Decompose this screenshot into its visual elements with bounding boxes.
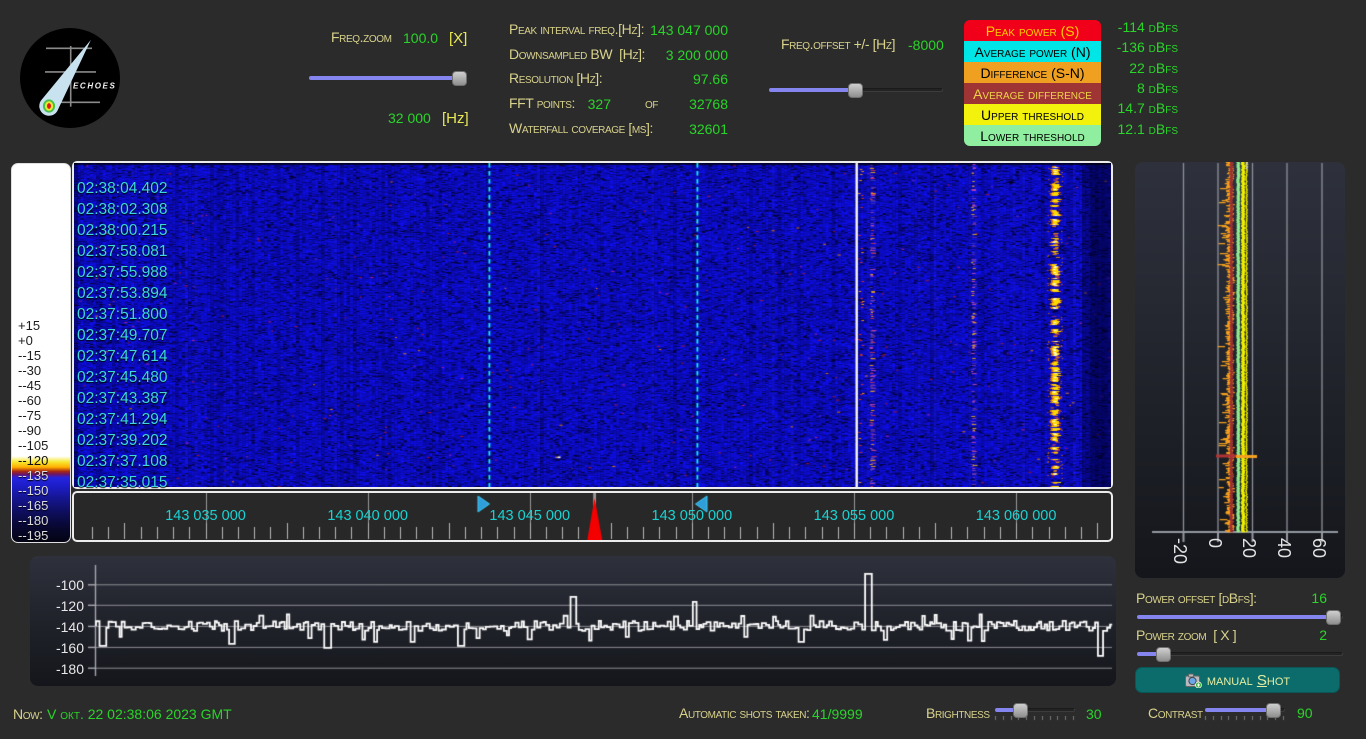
svg-text:ECHOES: ECHOES: [73, 82, 116, 91]
